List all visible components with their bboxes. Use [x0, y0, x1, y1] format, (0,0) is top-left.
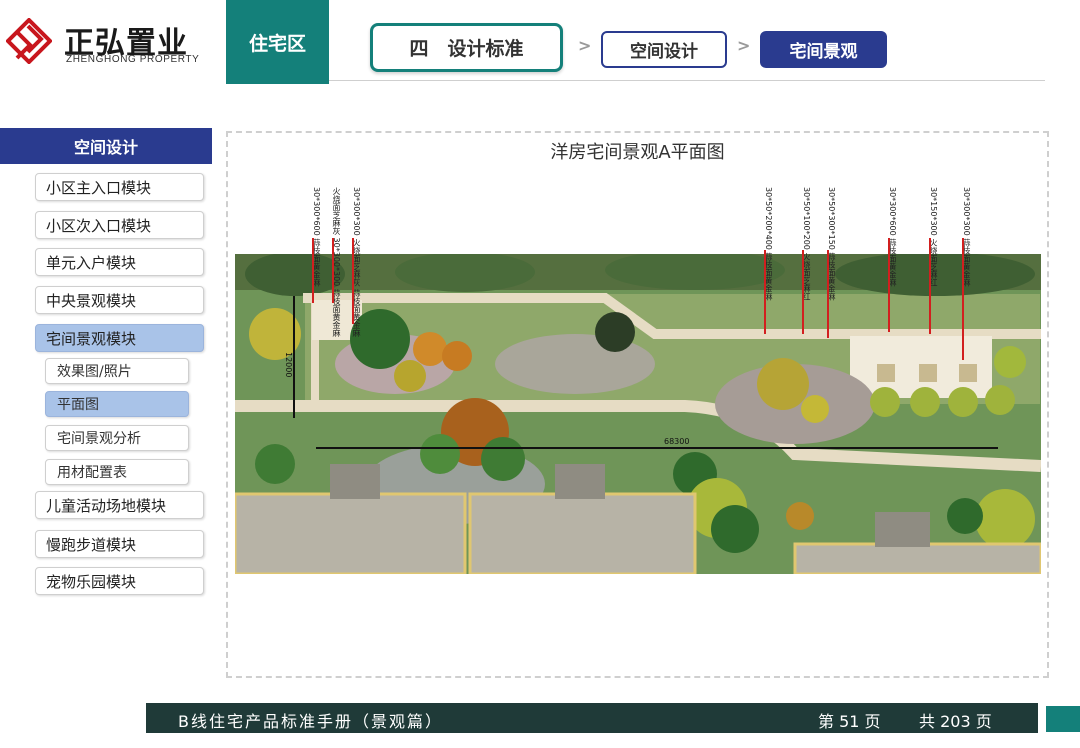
zhenghong-logo-icon	[6, 18, 52, 64]
dimension-line-horizontal	[316, 447, 998, 449]
brand-name-en: ZHENGHONG PROPERTY	[66, 54, 200, 65]
callout-leader-line	[802, 250, 804, 334]
footer-bar: B线住宅产品标准手册（景观篇） 第 51 页 共 203 页	[146, 703, 1038, 733]
footer-page-number: 第 51 页	[818, 712, 881, 731]
breadcrumb-chevron-icon: >	[737, 36, 751, 55]
footer-page-total: 共 203 页	[919, 712, 992, 731]
callout-leader-line	[312, 238, 314, 303]
breadcrumb-chevron-icon: >	[578, 36, 592, 55]
sidebar-item-main-entrance[interactable]: 小区主入口模块	[35, 173, 204, 201]
sidebar-item-unit-entry[interactable]: 单元入户模块	[35, 248, 204, 276]
sidebar-header: 空间设计	[0, 128, 212, 164]
sidebar-item-kids-play[interactable]: 儿童活动场地模块	[35, 491, 204, 519]
dimension-label-vertical: 12000	[284, 352, 293, 378]
callout-leader-line	[827, 250, 829, 338]
sidebar-item-pet-park[interactable]: 宠物乐园模块	[35, 567, 204, 595]
sidebar-item-inter-building-landscape[interactable]: 宅间景观模块	[35, 324, 204, 352]
zone-tab-residential[interactable]: 住宅区	[226, 0, 329, 84]
breadcrumb-current[interactable]: 宅间景观	[760, 31, 887, 68]
footer-accent-block	[1046, 706, 1080, 732]
dimension-line-vertical	[293, 296, 295, 418]
callout-leader-line	[332, 238, 334, 303]
dimension-label-horizontal: 68300	[664, 437, 690, 446]
callout-leader-line	[929, 238, 931, 334]
sidebar-subitem-analysis[interactable]: 宅间景观分析	[45, 425, 189, 451]
callout-leader-line	[352, 238, 354, 324]
callout-leader-line	[962, 238, 964, 360]
sidebar-item-secondary-entrance[interactable]: 小区次入口模块	[35, 211, 204, 239]
breadcrumb-section[interactable]: 四 设计标准	[370, 23, 563, 72]
callout-leader-line	[764, 250, 766, 334]
callout-leader-line	[888, 238, 890, 332]
sidebar-subitem-renderings[interactable]: 效果图/照片	[45, 358, 189, 384]
brand-logo: 正弘置业 ZHENGHONG PROPERTY	[6, 18, 222, 68]
sidebar-item-jogging-trail[interactable]: 慢跑步道模块	[35, 530, 204, 558]
plan-title: 洋房宅间景观A平面图	[550, 142, 725, 163]
footer-manual-title: B线住宅产品标准手册（景观篇）	[178, 712, 443, 731]
sidebar-subitem-plan[interactable]: 平面图	[45, 391, 189, 417]
sidebar-item-central-landscape[interactable]: 中央景观模块	[35, 286, 204, 314]
sidebar-subitem-materials[interactable]: 用材配置表	[45, 459, 189, 485]
breadcrumb-category[interactable]: 空间设计	[601, 31, 727, 68]
header-divider	[329, 80, 1045, 81]
